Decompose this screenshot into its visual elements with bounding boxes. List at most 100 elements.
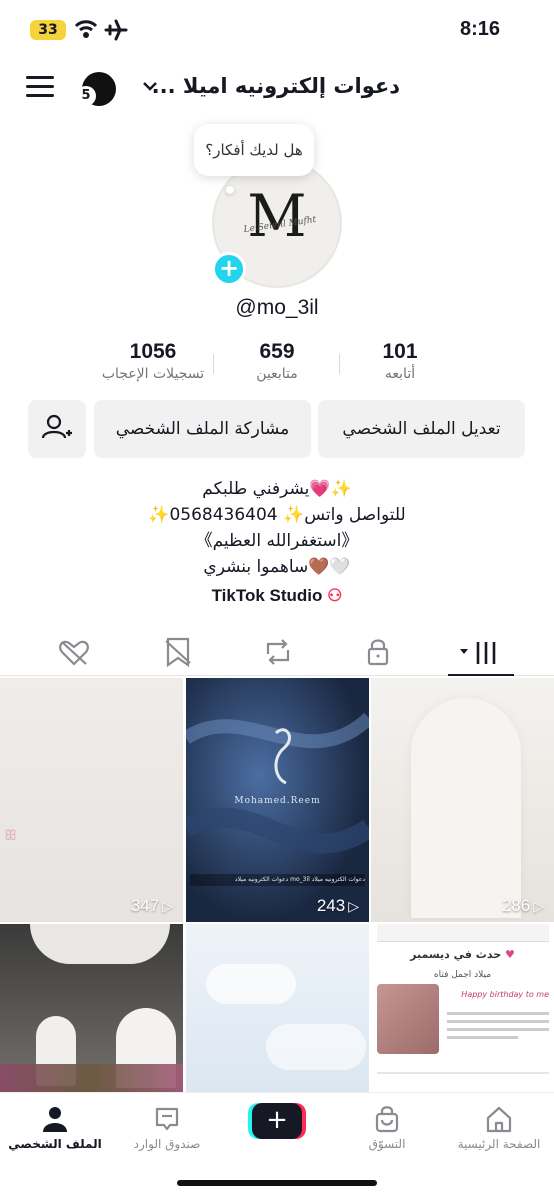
nav-shop-label: التسوّق — [368, 1137, 406, 1151]
notifications-button[interactable]: 5 — [76, 72, 116, 106]
inbox-icon — [112, 1101, 222, 1137]
video-thumbnail[interactable]: 286 ▷ — [371, 678, 554, 922]
bubble-tail — [226, 186, 234, 194]
clock: 8:16 — [459, 18, 500, 40]
create-button[interactable]: + — [248, 1103, 306, 1139]
flowers-image — [377, 984, 439, 1054]
view-count: 243 ▷ — [317, 896, 359, 916]
notification-count: 5 — [76, 86, 96, 106]
flowers-decoration — [0, 1064, 183, 1092]
thumbnail-text-lines — [447, 1012, 549, 1052]
bio-line: ✨للتواصل واتس✨ 0568436404 — [148, 505, 406, 525]
divider — [377, 1072, 549, 1074]
studio-icon: ⚇ — [327, 586, 343, 605]
thumbnail-header-bar — [377, 924, 549, 942]
battery-indicator: 33 — [30, 20, 66, 40]
edit-profile-button[interactable]: تعديل الملف الشخصي — [318, 400, 525, 458]
add-user-icon — [41, 414, 72, 439]
active-tab-indicator — [448, 674, 514, 676]
heart-icon: ♥ — [504, 948, 515, 961]
plus-icon: + — [252, 1103, 302, 1139]
airplane-mode-icon — [104, 19, 128, 41]
bio-line: يشرفني طلبكم💗✨ — [202, 479, 352, 499]
profile-icon — [0, 1101, 110, 1137]
menu-button[interactable] — [26, 76, 54, 100]
bio: يشرفني طلبكم💗✨ ✨للتواصل واتس✨ 0568436404… — [0, 476, 554, 580]
view-count-value: 347 — [130, 896, 160, 915]
add-friend-button[interactable] — [28, 400, 86, 458]
shopping-bag-icon — [332, 1101, 442, 1137]
video-thumbnail[interactable] — [0, 924, 183, 1092]
followers-count: 659 — [259, 340, 295, 363]
share-profile-button[interactable]: مشاركة الملف الشخصي — [94, 400, 311, 458]
account-title: دعوات إلكترونيه اميلا ... — [151, 74, 400, 98]
tiktok-studio-link[interactable]: TikTok Studio ⚇ — [0, 586, 554, 606]
view-count: 347 ▷ — [131, 896, 173, 916]
tab-favorites-hidden[interactable] — [158, 634, 198, 670]
thumbnail-subtitle: ميلاد اجمل فتاه — [433, 970, 492, 980]
grid-icon — [476, 642, 496, 664]
profile-header: 5 دعوات إلكترونيه اميلا ... — [0, 64, 554, 114]
home-icon — [444, 1101, 554, 1137]
followers-stat[interactable]: 659 متابعين — [217, 340, 337, 382]
menu-icon-line — [26, 94, 54, 97]
stat-divider — [213, 354, 214, 374]
nav-home[interactable]: الصفحة الرئيسية — [444, 1101, 554, 1151]
play-icon: ▷ — [533, 898, 544, 914]
tab-reposts[interactable] — [258, 634, 298, 670]
following-stat[interactable]: 101 أتابعه — [340, 340, 460, 382]
likes-stat[interactable]: 1056 تسجيلات الإعجاب — [93, 340, 213, 382]
video-grid: 286 ▷ Mohamed.Reem دعوات الكترونيه ميلاد … — [0, 678, 554, 1092]
video-caption: دعوات الكترونيه ميلاد mo_3il دعوات الكتر… — [190, 874, 365, 886]
likes-label: تسجيلات الإعجاب — [101, 366, 205, 382]
menu-icon — [26, 76, 54, 79]
view-count: 286 ▷ — [502, 896, 544, 916]
profile-stats: 101 أتابعه 659 متابعين 1056 تسجيلات الإع… — [0, 340, 554, 396]
video-thumbnail[interactable]: Mohamed.Reem دعوات الكترونيه ميلاد mo_3i… — [186, 678, 369, 922]
video-overlay-text: Mohamed.Reem — [234, 796, 321, 806]
tab-private[interactable] — [358, 634, 398, 670]
thumbnail-title: حدث في ديسمبر ♥ — [371, 948, 554, 961]
nav-inbox-label: صندوق الوارد — [133, 1137, 201, 1151]
butterfly-icon: ꕥ — [4, 828, 17, 844]
nav-profile[interactable]: الملف الشخصي — [0, 1101, 110, 1151]
menu-icon-line — [26, 85, 54, 88]
bio-line: 《استغفرالله العظيم》 — [195, 531, 359, 551]
following-label: أتابعه — [384, 366, 416, 382]
thumbnail-title-text: حدث في ديسمبر — [410, 948, 502, 961]
studio-label: TikTok Studio — [211, 586, 323, 605]
content-tabs — [0, 628, 554, 676]
nav-inbox[interactable]: صندوق الوارد — [112, 1101, 222, 1151]
username: @mo_3il — [235, 296, 319, 319]
play-icon: ▷ — [162, 898, 173, 914]
repost-icon — [266, 639, 290, 665]
video-thumbnail[interactable]: حدث في ديسمبر ♥ ميلاد اجمل فتاه Happy bi… — [371, 924, 554, 1092]
status-bar: 33 8:16 — [0, 0, 554, 60]
arch-decoration — [411, 698, 521, 918]
birthday-greeting: Happy birthday to me — [461, 990, 549, 999]
nav-home-label: الصفحة الرئيسية — [457, 1137, 541, 1151]
following-count: 101 — [382, 340, 418, 363]
stat-divider — [339, 354, 340, 374]
cloud-decoration — [266, 1024, 366, 1070]
followers-label: متابعين — [256, 366, 298, 382]
video-thumbnail[interactable] — [186, 924, 369, 1092]
ideas-bubble[interactable]: هل لديك أفكار؟ — [194, 124, 314, 176]
tab-liked-hidden[interactable] — [54, 634, 94, 670]
nav-shop[interactable]: التسوّق — [332, 1101, 442, 1151]
caret-down-icon — [460, 649, 468, 654]
bio-line: ساهموا بنشري🤎🤍 — [203, 557, 351, 577]
video-thumbnail[interactable]: ꕥ 347 ▷ — [0, 678, 183, 922]
view-count-value: 286 — [501, 896, 531, 915]
nav-profile-label: الملف الشخصي — [8, 1137, 102, 1151]
likes-count: 1056 — [129, 340, 177, 363]
account-switcher[interactable]: دعوات إلكترونيه اميلا ... — [140, 74, 400, 104]
play-icon: ▷ — [348, 898, 359, 914]
chandelier-decoration — [30, 924, 170, 964]
view-count-value: 243 — [316, 896, 346, 915]
tab-videos[interactable] — [458, 634, 504, 670]
add-story-button[interactable]: + — [212, 252, 246, 286]
wifi-icon — [74, 20, 98, 38]
cloud-decoration — [206, 964, 296, 1004]
home-indicator — [177, 1180, 377, 1186]
